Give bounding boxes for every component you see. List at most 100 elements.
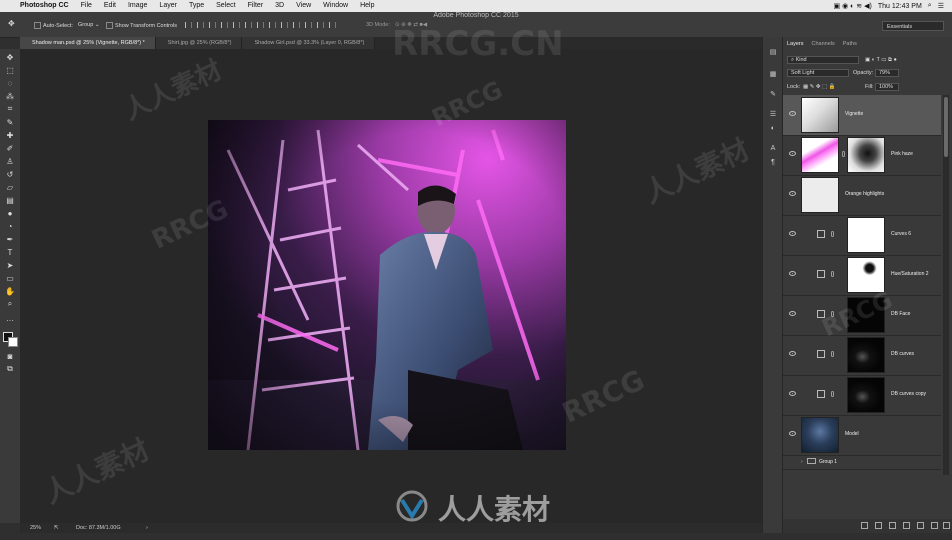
layer-row-curves-6[interactable]: Curves 6 <box>783 215 941 256</box>
menu-view[interactable]: View <box>290 0 317 12</box>
layer-row-orange-highlights[interactable]: Orange highlights <box>783 175 941 216</box>
tab-paths[interactable]: Paths <box>843 41 857 47</box>
clock[interactable]: Thu 12:43 PM <box>878 3 922 10</box>
menu-app-name[interactable]: Photoshop CC <box>14 0 75 12</box>
layer-name[interactable]: DB Face <box>891 311 910 317</box>
layer-mask-thumbnail[interactable] <box>847 337 885 373</box>
menu-image[interactable]: Image <box>122 0 153 12</box>
type-tool-icon[interactable]: T <box>5 247 15 257</box>
status-menu-arrow[interactable]: › <box>146 523 148 533</box>
menu-select[interactable]: Select <box>210 0 241 12</box>
document-canvas[interactable] <box>208 120 566 450</box>
menu-window[interactable]: Window <box>317 0 354 12</box>
crop-tool-icon[interactable]: ⌗ <box>5 104 15 114</box>
auto-select-target-dropdown[interactable]: Group ⌄ <box>78 22 99 29</box>
layer-mask-thumbnail[interactable] <box>847 217 885 253</box>
hand-tool-icon[interactable]: ✋ <box>5 286 15 296</box>
layer-name[interactable]: Pink haze <box>891 151 913 157</box>
menu-layer[interactable]: Layer <box>153 0 183 12</box>
expand-arrow-icon[interactable]: › <box>801 459 803 465</box>
layer-name[interactable]: Group 1 <box>819 459 837 465</box>
menu-file[interactable]: File <box>75 0 98 12</box>
mask-link-icon[interactable] <box>842 151 845 157</box>
layer-mask-thumbnail[interactable] <box>847 297 885 333</box>
layer-row-group-1[interactable]: › Group 1 <box>783 455 941 470</box>
add-mask-icon[interactable] <box>889 522 896 529</box>
healing-tool-icon[interactable]: ✚ <box>5 130 15 140</box>
layer-mask-thumbnail[interactable] <box>847 137 885 173</box>
zoom-level[interactable]: 25% <box>30 523 41 533</box>
magic-wand-icon[interactable]: ⁂ <box>5 91 15 101</box>
layer-name[interactable]: Hue/Saturation 2 <box>891 271 929 277</box>
eraser-tool-icon[interactable]: ▱ <box>5 182 15 192</box>
opacity-field[interactable]: 79% <box>875 69 899 77</box>
mask-link-icon[interactable] <box>831 271 834 277</box>
swatches-icon[interactable]: ▦ <box>769 71 777 79</box>
blend-mode-dropdown[interactable]: Soft Light <box>787 69 849 77</box>
quick-mask-icon[interactable]: ◙ <box>5 351 15 361</box>
layer-row-db-curves-copy[interactable]: DB curves copy <box>783 375 941 416</box>
brush-settings-icon[interactable]: ✎ <box>769 91 777 99</box>
layers-scrollbar[interactable] <box>943 95 949 475</box>
paragraph-icon[interactable]: ¶ <box>769 159 777 167</box>
path-select-icon[interactable]: ➤ <box>5 260 15 270</box>
workspace-dropdown[interactable]: Essentials <box>882 21 944 31</box>
layer-row-db-curves[interactable]: DB curves <box>783 335 941 376</box>
background-color[interactable] <box>8 337 18 347</box>
pen-tool-icon[interactable]: ✒ <box>5 234 15 244</box>
color-swatches[interactable] <box>3 332 18 347</box>
history-icon[interactable]: ▤ <box>769 49 777 57</box>
tab-channels[interactable]: Channels <box>812 41 835 47</box>
visibility-eye-icon[interactable] <box>789 191 796 196</box>
layer-row-model[interactable]: Model <box>783 415 941 456</box>
layer-name[interactable]: Vignette <box>845 111 863 117</box>
layer-name[interactable]: DB curves copy <box>891 391 926 397</box>
3d-mode-icons[interactable]: ⊙ ⊛ ✥ ⇄ ■◀ <box>395 22 427 29</box>
align-buttons[interactable] <box>185 22 336 28</box>
move-tool-icon[interactable]: ✥ <box>5 52 15 62</box>
fx-icon[interactable] <box>875 522 882 529</box>
layer-mask-thumbnail[interactable] <box>847 377 885 413</box>
layer-name[interactable]: Model <box>845 431 859 437</box>
lasso-tool-icon[interactable]: ◌ <box>5 78 15 88</box>
mask-link-icon[interactable] <box>831 231 834 237</box>
shape-tool-icon[interactable]: ▭ <box>5 273 15 283</box>
tab-shadow-girl[interactable]: Shadow Girl.psd @ 33.3% (Layer 0, RGB/8*… <box>242 37 376 49</box>
layer-name[interactable]: Curves 6 <box>891 231 911 237</box>
menu-type[interactable]: Type <box>183 0 210 12</box>
new-group-icon[interactable] <box>917 522 924 529</box>
scrollbar-thumb[interactable] <box>944 97 948 157</box>
trash-icon[interactable] <box>943 522 950 529</box>
brush-tool-icon[interactable]: ✐ <box>5 143 15 153</box>
adjustments-icon[interactable]: ◐ <box>769 125 777 133</box>
blur-tool-icon[interactable]: ● <box>5 208 15 218</box>
visibility-eye-icon[interactable] <box>789 111 796 116</box>
move-tool-icon[interactable]: ✥ <box>8 20 15 28</box>
visibility-eye-icon[interactable] <box>789 271 796 276</box>
mask-link-icon[interactable] <box>831 391 834 397</box>
gradient-tool-icon[interactable]: ▤ <box>5 195 15 205</box>
layer-row-vignette[interactable]: Vignette <box>783 95 941 136</box>
auto-select-checkbox[interactable]: Auto-Select: <box>34 22 73 30</box>
layer-row-hue-saturation-2[interactable]: Hue/Saturation 2 <box>783 255 941 296</box>
visibility-eye-icon[interactable] <box>789 431 796 436</box>
layer-row-db-face[interactable]: DB Face <box>783 295 941 336</box>
show-transform-checkbox[interactable]: Show Transform Controls <box>106 22 177 30</box>
visibility-eye-icon[interactable] <box>789 231 796 236</box>
layer-filter-dropdown[interactable]: ⌕ Kind <box>787 56 859 64</box>
more-tools-icon[interactable]: ··· <box>5 315 15 325</box>
tab-shirt[interactable]: Shirt.jpg @ 25% (RGB/8*) <box>155 37 243 49</box>
mask-link-icon[interactable] <box>831 311 834 317</box>
visibility-eye-icon[interactable] <box>789 391 796 396</box>
stamp-tool-icon[interactable]: ♙ <box>5 156 15 166</box>
properties-icon[interactable]: ☰ <box>769 111 777 119</box>
mask-link-icon[interactable] <box>831 351 834 357</box>
filter-icons[interactable]: ▣ ◐ T ▭ ⧉ ● <box>865 57 945 64</box>
layer-name[interactable]: DB curves <box>891 351 914 357</box>
tab-shadow-man[interactable]: Shadow man.psd @ 25% (Vignette, RGB/8*) … <box>20 37 156 49</box>
screen-mode-icon[interactable]: ⧉ <box>5 364 15 374</box>
layer-row-pink-haze[interactable]: Pink haze <box>783 135 941 176</box>
search-icon[interactable]: ⌕ <box>928 2 932 10</box>
tab-layers[interactable]: Layers <box>787 41 804 47</box>
dodge-tool-icon[interactable]: ◔ <box>5 221 15 231</box>
